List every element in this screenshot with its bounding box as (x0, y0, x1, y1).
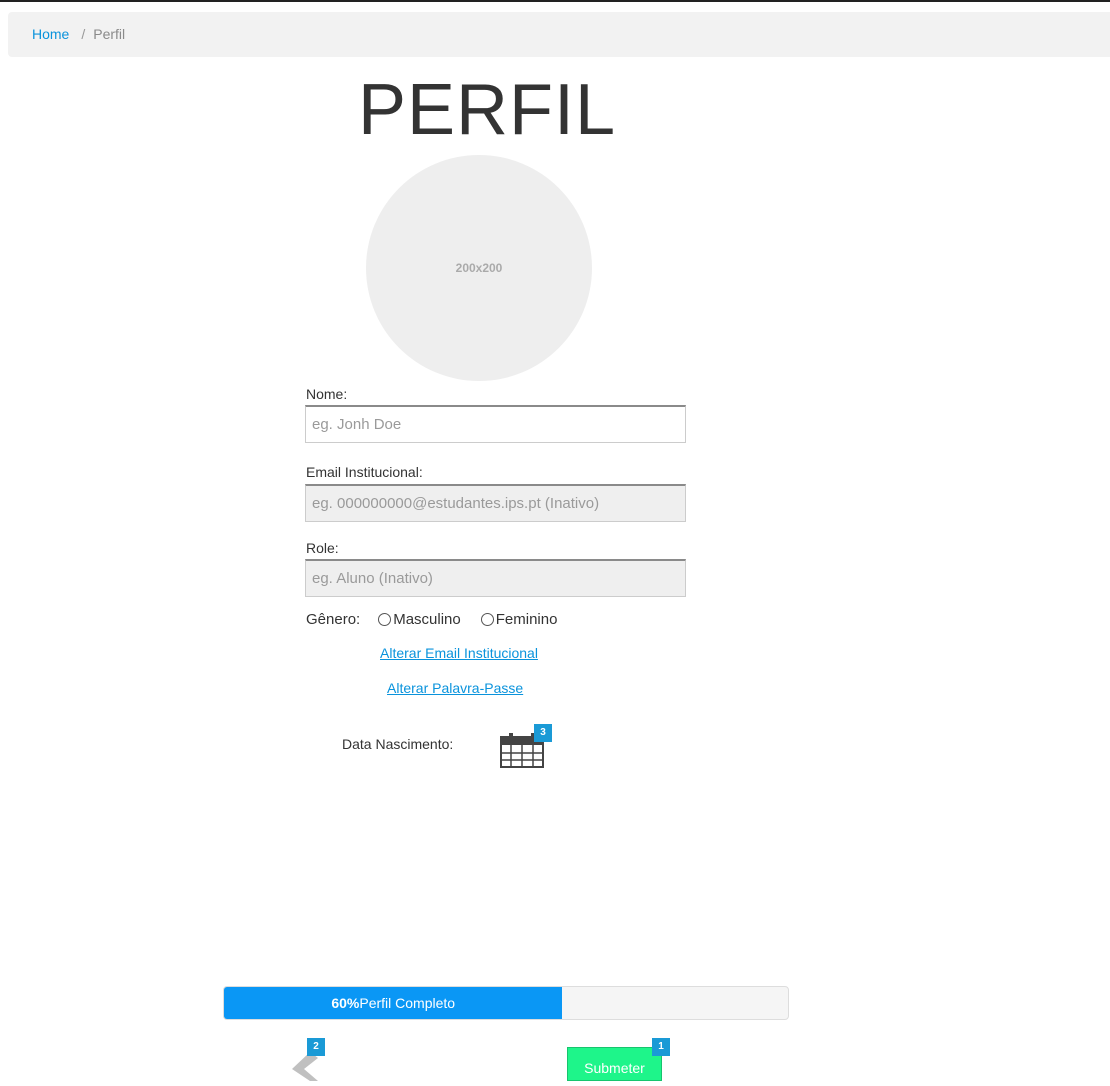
profile-progress-bar: 60% Perfil Completo (223, 986, 789, 1020)
gender-option-masculino-label: Masculino (393, 610, 461, 628)
role-label: Role: (306, 540, 339, 556)
alterar-password-link[interactable]: Alterar Palavra-Passe (387, 680, 523, 696)
back-badge: 2 (307, 1038, 325, 1056)
nome-label: Nome: (306, 386, 348, 402)
avatar[interactable]: 200x200 (366, 155, 592, 381)
nome-input[interactable] (305, 405, 686, 443)
alterar-email-link[interactable]: Alterar Email Institucional (380, 645, 538, 661)
gender-label: Gênero: (306, 610, 361, 628)
page-title: PERFIL (358, 70, 617, 150)
calendar-badge: 3 (534, 724, 552, 742)
back-button[interactable] (288, 1052, 328, 1081)
data-nascimento-label: Data Nascimento: (342, 736, 454, 752)
chevron-left-icon (292, 1052, 318, 1081)
top-border (0, 0, 1110, 2)
breadcrumb-current: Perfil (93, 26, 126, 42)
breadcrumb-home-link[interactable]: Home (32, 26, 69, 42)
breadcrumb-separator: / (81, 26, 86, 42)
submit-badge: 1 (652, 1038, 670, 1056)
email-label: Email Institucional: (306, 464, 423, 480)
progress-percent: 60% (331, 995, 360, 1011)
submit-button[interactable]: Submeter (567, 1047, 662, 1081)
gender-option-masculino[interactable]: Masculino (378, 611, 461, 628)
role-input[interactable] (305, 559, 686, 597)
radio-feminino[interactable] (480, 612, 494, 626)
gender-option-feminino-label: Feminino (495, 610, 558, 628)
gender-option-feminino[interactable]: Feminino (480, 610, 558, 628)
email-input[interactable] (305, 484, 686, 522)
avatar-placeholder-text: 200x200 (455, 261, 503, 275)
progress-label: Perfil Completo (359, 995, 456, 1011)
gender-group: Gênero: Masculino Feminino (306, 609, 557, 629)
radio-masculino[interactable] (378, 612, 392, 626)
progress-text: 60% Perfil Completo (224, 987, 562, 1019)
breadcrumb: Home / Perfil (8, 12, 1110, 57)
